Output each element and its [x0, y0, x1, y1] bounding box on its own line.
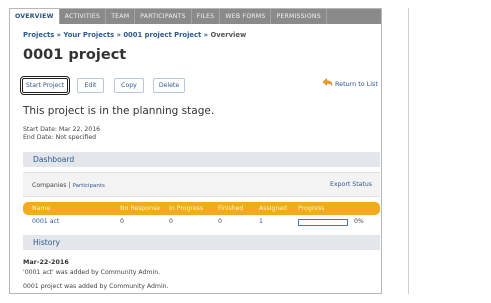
column-header-no-response: No Response — [120, 205, 161, 212]
delete-button[interactable]: Delete — [153, 78, 185, 93]
export-status-link[interactable]: Export Status — [330, 181, 372, 188]
tab-files[interactable]: FILES — [192, 9, 221, 24]
column-header-in-progress: In Progress — [169, 205, 204, 212]
progress-bar — [298, 219, 348, 226]
return-arrow-icon — [322, 78, 333, 89]
copy-button[interactable]: Copy — [114, 78, 144, 93]
companies-toolbar: Companies | Participants Export Status — [23, 172, 380, 197]
return-to-list-label: Return to List — [335, 79, 378, 88]
in-progress-count: 0 — [169, 218, 173, 225]
tab-participants[interactable]: PARTICIPANTS — [135, 9, 192, 24]
companies-filter: Companies | Participants — [32, 182, 105, 189]
project-stage-text: This project is in the planning stage. — [23, 105, 215, 117]
no-response-count: 0 — [120, 218, 124, 225]
tab-activities[interactable]: ACTIVITIES — [60, 9, 107, 24]
page-divider — [408, 8, 409, 294]
tab-web-forms[interactable]: WEB FORMS — [220, 9, 272, 24]
tab-team[interactable]: TEAM — [106, 9, 136, 24]
column-header-assigned: Assigned — [259, 205, 287, 212]
breadcrumb: Projects » Your Projects » 0001 project … — [23, 31, 246, 39]
history-header: History — [23, 235, 380, 250]
tab-permissions[interactable]: PERMISSIONS — [271, 9, 327, 24]
progress-percent: 0% — [354, 218, 364, 225]
edit-button[interactable]: Edit — [77, 78, 104, 93]
dashboard-header: Dashboard — [23, 152, 380, 167]
finished-count: 0 — [218, 218, 222, 225]
activity-name-link[interactable]: 0001 act — [32, 218, 59, 225]
history-date: Mar-22-2016 — [23, 258, 69, 266]
breadcrumb-separator: » — [114, 31, 124, 39]
column-header-finished: Finished — [218, 205, 244, 212]
table-row: 0001 act 0 0 0 1 0% — [23, 216, 380, 229]
history-item: 0001 project was added by Community Admi… — [23, 283, 169, 290]
project-dates: Start Date: Mar 22, 2016 End Date: Not s… — [23, 126, 100, 142]
breadcrumb-current: Overview — [210, 31, 247, 39]
companies-label: Companies — [32, 182, 67, 189]
project-panel: OVERVIEW ACTIVITIES TEAM PARTICIPANTS FI… — [9, 8, 382, 294]
tab-overview[interactable]: OVERVIEW — [10, 9, 60, 24]
return-to-list-link[interactable]: Return to List — [322, 78, 378, 89]
history-item: '0001 act' was added by Community Admin. — [23, 269, 161, 276]
participants-link[interactable]: Participants — [73, 183, 105, 189]
breadcrumb-your-projects[interactable]: Your Projects — [63, 31, 114, 39]
start-project-button[interactable]: Start Project — [20, 76, 70, 95]
assigned-count-link[interactable]: 1 — [259, 218, 263, 225]
page-title: 0001 project — [23, 47, 127, 63]
breadcrumb-project[interactable]: 0001 project Project — [123, 31, 201, 39]
table-header: Name No Response In Progress Finished As… — [23, 202, 380, 215]
breadcrumb-projects[interactable]: Projects — [23, 31, 54, 39]
tab-bar: OVERVIEW ACTIVITIES TEAM PARTICIPANTS FI… — [10, 9, 381, 24]
column-header-name: Name — [32, 205, 51, 212]
end-date: End Date: Not specified — [23, 134, 97, 141]
start-date: Start Date: Mar 22, 2016 — [23, 126, 101, 133]
column-header-progress: Progress — [298, 205, 325, 212]
